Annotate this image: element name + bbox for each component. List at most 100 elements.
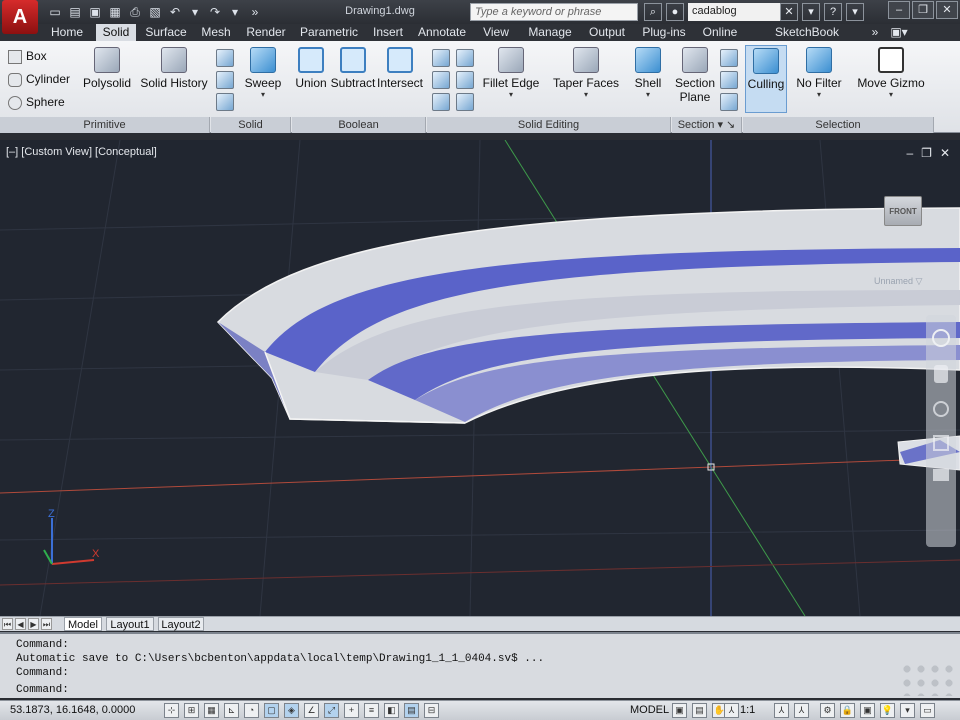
tab-parametric[interactable]: Parametric	[296, 24, 362, 41]
prev-layout-icon[interactable]: ◀	[15, 618, 26, 630]
union-button[interactable]: Union	[294, 47, 328, 90]
snap-mode-icon[interactable]: ⊞	[184, 703, 199, 718]
sweep-dropdown-icon[interactable]: ▾	[240, 90, 286, 99]
cylinder-button[interactable]: Cylinder	[8, 72, 70, 87]
auto-scale-icon[interactable]: ⅄	[794, 703, 809, 718]
tab-mesh[interactable]: Mesh	[196, 24, 236, 41]
sphere-button[interactable]: Sphere	[8, 95, 65, 110]
open-file-icon[interactable]: ▤	[66, 4, 84, 20]
taper-faces-button[interactable]: Taper Faces ▾	[552, 47, 620, 99]
subtract-button[interactable]: Subtract	[330, 47, 376, 90]
tab-layout2[interactable]: Layout2	[158, 617, 204, 631]
quick-properties-icon[interactable]: ▤	[404, 703, 419, 718]
model-space-toggle[interactable]: MODEL	[630, 704, 669, 716]
tab-annotate[interactable]: Annotate	[414, 24, 470, 41]
new-file-icon[interactable]: ▭	[46, 4, 64, 20]
orbit-icon[interactable]	[933, 435, 949, 451]
annotation-visibility-icon[interactable]: ⅄	[774, 703, 789, 718]
help-menu-icon[interactable]: ▾	[846, 3, 864, 21]
undo-dropdown-icon[interactable]: ▾	[186, 4, 204, 20]
coordinate-readout[interactable]: 53.1873, 16.1648, 0.0000	[10, 704, 135, 716]
annotation-scale[interactable]: 1:1	[740, 704, 755, 716]
imprint-icon[interactable]	[432, 49, 450, 67]
generate-section-icon[interactable]	[720, 93, 738, 111]
viewport-restore-icon[interactable]: ❐	[921, 146, 932, 160]
zoom-icon[interactable]	[933, 401, 949, 417]
object-snap-icon[interactable]: ▢	[264, 703, 279, 718]
solid-history-button[interactable]: Solid History	[140, 47, 208, 90]
infer-constraints-icon[interactable]: ⊹	[164, 703, 179, 718]
interference-icon[interactable]	[456, 93, 474, 111]
selection-cycling-icon[interactable]: ⊟	[424, 703, 439, 718]
pan-icon[interactable]	[934, 365, 948, 383]
tab-output[interactable]: Output	[584, 24, 630, 41]
tab-model[interactable]: Model	[64, 617, 102, 631]
transparency-icon[interactable]: ◧	[384, 703, 399, 718]
viewport-controls-label[interactable]: [–] [Custom View] [Conceptual]	[6, 146, 157, 158]
dynamic-input-icon[interactable]: +	[344, 703, 359, 718]
status-menu-icon[interactable]: ▾	[900, 703, 915, 718]
no-filter-button[interactable]: No Filter ▾	[794, 47, 844, 99]
tab-view[interactable]: View	[478, 24, 514, 41]
save-icon[interactable]: ▣	[86, 4, 104, 20]
viewport-minimize-icon[interactable]: –	[906, 146, 913, 160]
extract-edges-icon[interactable]	[456, 49, 474, 67]
next-layout-icon[interactable]: ▶	[28, 618, 39, 630]
tab-insert[interactable]: Insert	[368, 24, 408, 41]
hardware-acceleration-icon[interactable]: ▣	[860, 703, 875, 718]
help-dropdown-icon[interactable]: ▾	[802, 3, 820, 21]
live-section-icon[interactable]	[720, 49, 738, 67]
tab-surface[interactable]: Surface	[142, 24, 190, 41]
offset-edge-icon[interactable]	[432, 93, 450, 111]
tab-overflow-icon[interactable]: »	[868, 24, 882, 41]
command-input[interactable]: Command:	[16, 684, 69, 696]
ribbon-minimize-icon[interactable]: ▣▾	[886, 24, 912, 41]
lock-icon[interactable]: 🔒	[840, 703, 855, 718]
tab-manage[interactable]: Manage	[524, 24, 576, 41]
tab-render[interactable]: Render	[242, 24, 290, 41]
application-menu-button[interactable]: A	[2, 0, 38, 34]
isolate-objects-icon[interactable]: 💡	[880, 703, 895, 718]
undo-icon[interactable]: ↶	[166, 4, 184, 20]
model-canvas[interactable]	[0, 140, 960, 616]
clean-screen-icon[interactable]: ▭	[920, 703, 935, 718]
box-button[interactable]: Box	[8, 49, 47, 64]
viewport-close-icon[interactable]: ✕	[940, 146, 950, 160]
quick-view-layouts-icon[interactable]: ▣	[672, 703, 687, 718]
separate-icon[interactable]	[432, 71, 450, 89]
last-layout-icon[interactable]: ⏭	[41, 618, 52, 630]
ucs-menu[interactable]: Unnamed ▽	[874, 276, 922, 287]
section-plane-button[interactable]: Section Plane	[674, 47, 716, 104]
add-jog-icon[interactable]	[720, 71, 738, 89]
sweep-button[interactable]: Sweep ▾	[240, 47, 286, 99]
search-input[interactable]: Type a keyword or phrase	[470, 3, 638, 21]
tab-solid[interactable]: Solid	[96, 24, 136, 41]
move-gizmo-dropdown-icon[interactable]: ▾	[856, 90, 926, 99]
plot-icon[interactable]: ⎙	[126, 4, 144, 20]
revolve-icon[interactable]	[216, 71, 234, 89]
dynamic-ucs-icon[interactable]: ⤢	[324, 703, 339, 718]
steering-wheel-icon[interactable]	[932, 329, 950, 347]
first-layout-icon[interactable]: ⏮	[2, 618, 13, 630]
tab-sketchbook-designer[interactable]: SketchBook Designer	[750, 24, 864, 56]
3d-object-snap-icon[interactable]: ◈	[284, 703, 299, 718]
loft-icon[interactable]	[216, 93, 234, 111]
ortho-mode-icon[interactable]: ⊾	[224, 703, 239, 718]
view-cube[interactable]: FRONT	[884, 196, 922, 226]
more-qat-icon[interactable]: »	[246, 4, 264, 20]
quick-view-drawings-icon[interactable]: ▤	[692, 703, 707, 718]
user-icon[interactable]: ●	[666, 3, 684, 21]
shell-dropdown-icon[interactable]: ▾	[630, 90, 666, 99]
exchange-icon[interactable]: ✕	[780, 3, 798, 21]
showmotion-icon[interactable]	[933, 469, 949, 481]
tab-layout1[interactable]: Layout1	[106, 617, 154, 631]
intersect-button[interactable]: Intersect	[376, 47, 424, 90]
user-name-field[interactable]: cadablog	[688, 3, 780, 21]
tab-online[interactable]: Online	[696, 24, 744, 41]
redo-icon[interactable]: ↷	[206, 4, 224, 20]
restore-button[interactable]: ❐	[912, 1, 934, 19]
shell-button[interactable]: Shell ▾	[630, 47, 666, 99]
fillet-edge-button[interactable]: Fillet Edge ▾	[480, 47, 542, 99]
object-snap-tracking-icon[interactable]: ∠	[304, 703, 319, 718]
tab-plugins[interactable]: Plug-ins	[638, 24, 690, 41]
